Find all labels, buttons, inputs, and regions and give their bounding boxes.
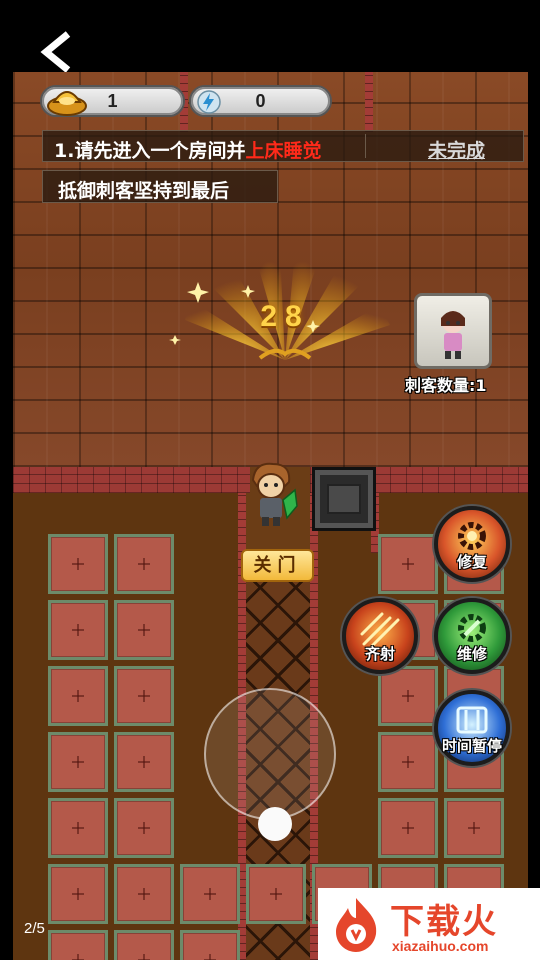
door[interactable]	[312, 467, 376, 531]
build-slot[interactable]	[48, 798, 108, 858]
watermark-logo: 下载火 xiazaihuo.com	[318, 888, 540, 960]
repair-skill-label: 修复	[456, 553, 487, 571]
time-stop-icon	[456, 706, 488, 734]
build-slot[interactable]	[114, 534, 174, 594]
top-bar	[0, 0, 540, 74]
energy-counter: 0	[189, 85, 332, 117]
wrench-gear-icon	[458, 614, 486, 642]
build-slot[interactable]	[180, 930, 240, 960]
player-character-icon	[251, 462, 298, 526]
build-slot[interactable]	[114, 732, 174, 792]
task-1-prefix: 1.请先进入一个房间并	[54, 140, 246, 162]
maintain-skill-label: 维修	[456, 645, 487, 663]
countdown-timer: 28	[260, 300, 310, 333]
divider	[365, 134, 366, 158]
build-slot[interactable]	[114, 864, 174, 924]
build-slot[interactable]	[114, 798, 174, 858]
energy-value: 0	[255, 91, 266, 111]
assassin-count: 刺客数量:1	[405, 376, 487, 395]
virtual-joystick[interactable]	[204, 688, 336, 820]
repair-skill-button[interactable]: 修复	[434, 506, 510, 582]
build-slot[interactable]	[378, 534, 438, 594]
page-indicator: 2/5	[24, 920, 45, 937]
volley-skill-label: 齐射	[364, 645, 395, 663]
door-panel	[327, 484, 361, 514]
watermark-title: 下载火	[390, 902, 498, 942]
game-screen: 1 0 1.请先进入一个房间并上床睡觉 未完成 抵御刺客坚持到最后 28 刺客数…	[0, 0, 540, 960]
task-1-text: 1.请先进入一个房间并上床睡觉	[54, 136, 321, 163]
build-slot[interactable]	[444, 798, 504, 858]
task-1-highlight: 上床睡觉	[245, 140, 322, 162]
build-slot[interactable]	[114, 930, 174, 960]
build-slot[interactable]	[48, 930, 108, 960]
build-slot[interactable]	[180, 864, 240, 924]
task-banner-1: 1.请先进入一个房间并上床睡觉 未完成	[42, 130, 524, 162]
build-slot[interactable]	[48, 600, 108, 660]
build-slot[interactable]	[378, 798, 438, 858]
flame-logo-icon	[336, 898, 377, 952]
task-status-link[interactable]: 未完成	[428, 136, 485, 163]
build-slot[interactable]	[378, 666, 438, 726]
chevron-left-icon[interactable]	[38, 30, 74, 74]
gold-value: 1	[107, 91, 118, 111]
brick-wall	[365, 72, 373, 132]
repair-gear-icon	[458, 522, 486, 550]
assassin-card[interactable]	[414, 293, 492, 369]
gold-counter: 1	[40, 85, 185, 117]
time-stop-skill-button[interactable]: 时间暂停	[434, 690, 510, 766]
build-slot[interactable]	[48, 666, 108, 726]
build-slot[interactable]	[246, 864, 306, 924]
build-slot[interactable]	[378, 732, 438, 792]
brick-wall	[13, 467, 250, 493]
volley-skill-button[interactable]: 齐射	[342, 598, 418, 674]
build-slot[interactable]	[48, 732, 108, 792]
assassin-portrait-icon	[441, 311, 465, 359]
close-door-button[interactable]: 关门	[241, 549, 314, 582]
build-slot[interactable]	[114, 666, 174, 726]
maintain-skill-button[interactable]: 维修	[434, 598, 510, 674]
task-banner-2: 抵御刺客坚持到最后	[42, 170, 278, 203]
time-stop-skill-label: 时间暂停	[441, 737, 502, 755]
task-2-text: 抵御刺客坚持到最后	[58, 180, 230, 202]
build-slot[interactable]	[114, 600, 174, 660]
build-slot[interactable]	[48, 534, 108, 594]
build-slot[interactable]	[48, 864, 108, 924]
joystick-knob[interactable]	[258, 807, 292, 841]
watermark-url: xiazaihuo.com	[392, 938, 489, 954]
